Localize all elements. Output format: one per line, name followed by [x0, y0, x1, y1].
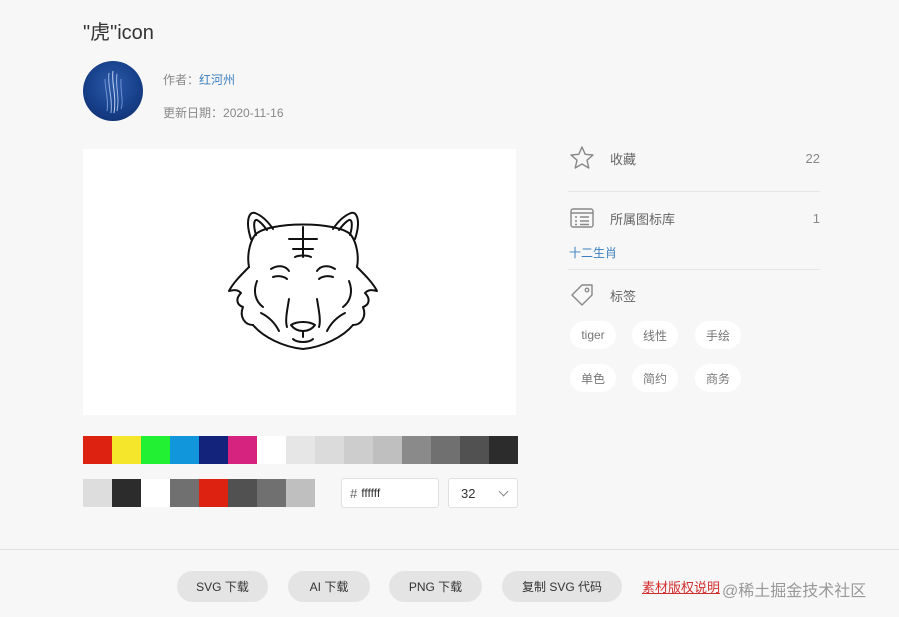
png-download-button[interactable]: PNG 下载	[389, 571, 482, 602]
color-swatch[interactable]	[373, 436, 402, 464]
library-link[interactable]: 十二生肖	[569, 244, 617, 261]
update-label: 更新日期：	[163, 106, 224, 120]
color-swatch[interactable]	[199, 479, 228, 507]
tag-chip[interactable]: tiger	[570, 321, 616, 349]
color-swatch[interactable]	[402, 436, 431, 464]
size-select[interactable]: 32	[448, 478, 518, 508]
tag-chip[interactable]: 单色	[570, 364, 616, 392]
tag-chip[interactable]: 简约	[632, 364, 678, 392]
icon-preview	[83, 149, 516, 415]
ai-download-button[interactable]: AI 下载	[288, 571, 370, 602]
divider	[568, 269, 820, 270]
color-swatch[interactable]	[228, 479, 257, 507]
author-avatar[interactable]	[83, 61, 143, 121]
tag-chip[interactable]: 手绘	[695, 321, 741, 349]
favorite-count: 22	[805, 150, 820, 166]
favorite-label: 收藏	[610, 151, 637, 167]
star-icon	[568, 144, 596, 172]
library-label: 所属图标库	[610, 211, 676, 227]
library-row: 所属图标库 1	[568, 204, 820, 232]
color-swatch[interactable]	[112, 479, 141, 507]
hex-value: ffffff	[361, 486, 381, 500]
color-swatch[interactable]	[83, 436, 112, 464]
svg-download-button[interactable]: SVG 下载	[177, 571, 268, 602]
update-line: 更新日期：2020-11-16	[163, 104, 284, 121]
color-swatch[interactable]	[489, 436, 518, 464]
hex-color-input[interactable]: # ffffff	[341, 478, 439, 508]
color-swatch[interactable]	[199, 436, 228, 464]
avatar-art	[104, 70, 123, 114]
tag-chip[interactable]: 商务	[695, 364, 741, 392]
page-title: "虎"icon	[83, 22, 154, 44]
color-swatch[interactable]	[228, 436, 257, 464]
tiger-icon	[228, 211, 378, 350]
tags-label: 标签	[610, 288, 637, 304]
color-swatch[interactable]	[170, 436, 199, 464]
color-swatches-row1	[83, 436, 518, 464]
color-swatch[interactable]	[431, 436, 460, 464]
footer-divider	[0, 549, 899, 550]
color-swatch[interactable]	[315, 436, 344, 464]
watermark: @稀土掘金技术社区	[722, 583, 867, 600]
color-swatch[interactable]	[141, 479, 170, 507]
copyright-link[interactable]: 素材版权说明	[642, 577, 720, 596]
tag-chip[interactable]: 线性	[632, 321, 678, 349]
color-swatch[interactable]	[83, 479, 112, 507]
color-swatch[interactable]	[286, 436, 315, 464]
size-value: 32	[461, 485, 476, 501]
tags-row: 标签	[568, 281, 820, 309]
favorite-row[interactable]: 收藏 22	[568, 144, 820, 172]
divider	[568, 191, 820, 192]
hash-symbol: #	[350, 485, 358, 501]
author-name-link[interactable]: 红河州	[199, 73, 235, 87]
author-label: 作者：	[163, 73, 200, 87]
update-date: 2020-11-16	[223, 106, 284, 120]
library-icon	[568, 204, 596, 232]
color-swatches-row2	[83, 479, 315, 507]
color-swatch[interactable]	[257, 479, 286, 507]
color-swatch[interactable]	[344, 436, 373, 464]
tag-icon	[568, 281, 596, 309]
color-swatch[interactable]	[141, 436, 170, 464]
author-line: 作者：红河州	[163, 71, 235, 88]
color-swatch[interactable]	[257, 436, 286, 464]
chevron-down-icon	[498, 486, 509, 496]
copy-svg-code-button[interactable]: 复制 SVG 代码	[502, 571, 622, 602]
library-count: 1	[812, 210, 820, 226]
color-swatch[interactable]	[170, 479, 199, 507]
color-swatch[interactable]	[286, 479, 315, 507]
color-swatch[interactable]	[112, 436, 141, 464]
color-swatch[interactable]	[460, 436, 489, 464]
